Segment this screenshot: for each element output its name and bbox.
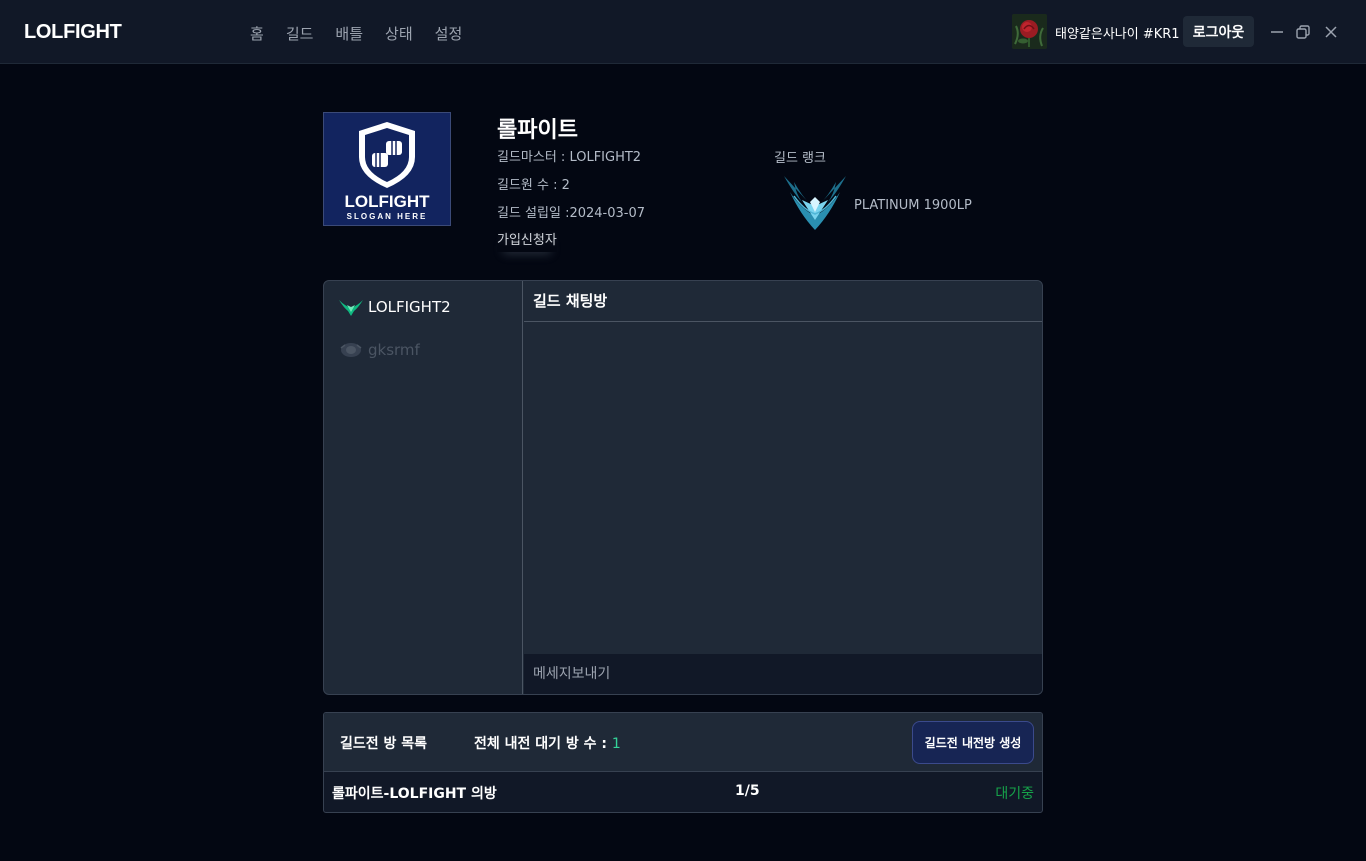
match-room-name: 롤파이트-LOLFIGHT 의방: [332, 786, 497, 802]
guild-logo-title: LOLFIGHT: [345, 192, 431, 211]
applicants-button[interactable]: 가입신청자: [497, 229, 557, 252]
chat-messages[interactable]: [524, 322, 1042, 654]
match-list-title: 길드전 방 목록: [340, 736, 428, 752]
member-name: LOLFIGHT2: [368, 298, 451, 316]
guild-logo: LOLFIGHT SLOGAN HERE: [323, 112, 451, 226]
waiting-room-label: 전체 내전 대기 방 수 :: [474, 736, 608, 752]
match-list-header: 길드전 방 목록 전체 내전 대기 방 수 : 1 길드전 내전방 생성: [324, 713, 1042, 772]
logout-button[interactable]: 로그아웃: [1183, 16, 1254, 47]
guild-member-count: 길드원 수 : 2: [497, 178, 570, 193]
avatar[interactable]: [1012, 14, 1047, 49]
close-icon[interactable]: [1323, 24, 1339, 40]
rank-value: PLATINUM 1900LP: [854, 198, 972, 213]
match-room-list: 길드전 방 목록 전체 내전 대기 방 수 : 1 길드전 내전방 생성 롤파이…: [323, 712, 1043, 813]
iron-tier-icon: [338, 339, 364, 361]
app-brand[interactable]: LOLFIGHT: [24, 21, 122, 44]
table-row[interactable]: 롤파이트-LOLFIGHT 의방 1/5 대기중: [324, 773, 1042, 812]
guild-founded-date: 길드 설립일 :2024-03-07: [497, 206, 645, 221]
chat-message-input[interactable]: 메세지보내기: [524, 654, 1042, 694]
main-nav: 홈 길드 배틀 상태 설정: [250, 23, 484, 44]
chat-area: 길드 채팅방 메세지보내기: [524, 281, 1042, 694]
nav-item-status[interactable]: 상태: [385, 23, 413, 44]
waiting-room-number: 1: [611, 736, 621, 752]
rank-label: 길드 랭크: [774, 151, 826, 166]
platinum-emblem-icon: [780, 172, 850, 232]
match-room-player-count: 1/5: [735, 783, 760, 799]
member-name: gksrmf: [368, 341, 420, 359]
chat-title: 길드 채팅방: [524, 281, 1042, 322]
restore-icon[interactable]: [1295, 24, 1311, 40]
waiting-room-count: 전체 내전 대기 방 수 : 1: [474, 733, 621, 753]
nav-item-guild[interactable]: 길드: [286, 23, 314, 44]
member-list: LOLFIGHT2 gksrmf: [324, 281, 523, 694]
guild-chat-panel: LOLFIGHT2 gksrmf 길드 채팅방 메세지보내기: [323, 280, 1043, 695]
emerald-tier-icon: [338, 296, 364, 318]
guild-logo-slogan: SLOGAN HERE: [347, 212, 428, 221]
guild-name: 롤파이트: [497, 118, 578, 143]
list-item[interactable]: LOLFIGHT2: [338, 296, 451, 318]
nav-item-battle[interactable]: 배틀: [335, 23, 363, 44]
nav-item-home[interactable]: 홈: [250, 23, 264, 44]
username[interactable]: 태양같은사나이 #KR1: [1055, 23, 1180, 42]
create-match-room-button[interactable]: 길드전 내전방 생성: [912, 721, 1034, 764]
minimize-icon[interactable]: [1269, 24, 1285, 40]
list-item[interactable]: gksrmf: [338, 339, 420, 361]
match-room-status: 대기중: [995, 786, 1034, 802]
guild-master: 길드마스터 : LOLFIGHT2: [497, 150, 642, 165]
nav-item-settings[interactable]: 설정: [435, 23, 463, 44]
top-bar: LOLFIGHT 홈 길드 배틀 상태 설정 태양같은사나이 #KR1 로그아웃: [0, 0, 1366, 64]
